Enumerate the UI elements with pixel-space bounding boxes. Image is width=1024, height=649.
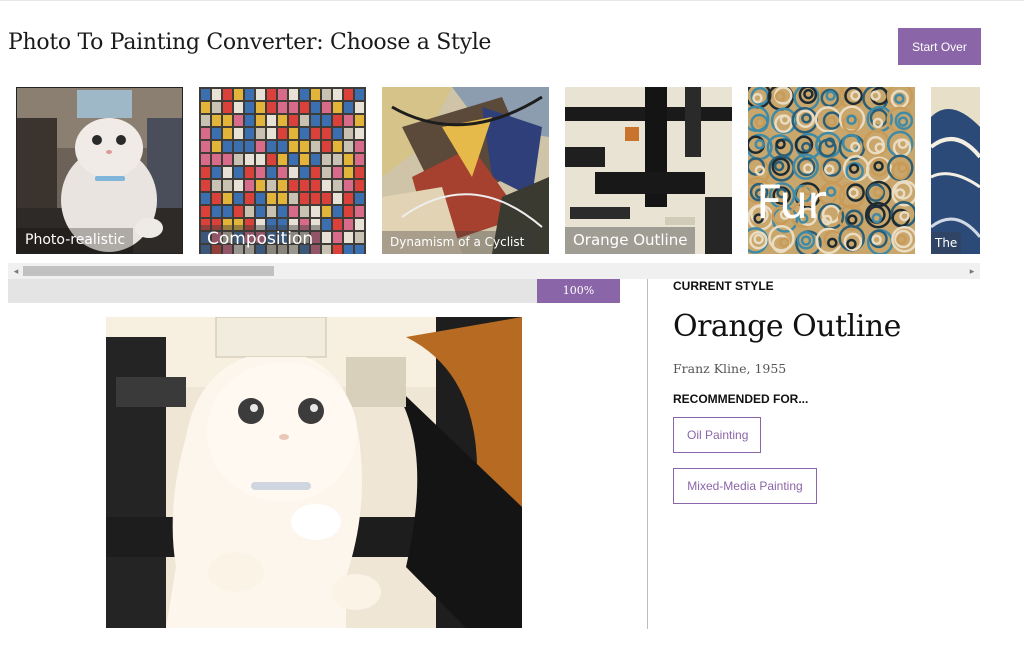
style-label: The — [931, 232, 962, 254]
panel-divider — [647, 279, 648, 629]
wave-image — [931, 87, 980, 254]
start-over-button[interactable]: Start Over — [898, 28, 981, 65]
scroll-right-arrow-icon[interactable]: ▸ — [966, 265, 978, 277]
style-thumb-photo-realistic[interactable]: Photo-realistic — [16, 87, 183, 254]
conversion-progress-bar: 100% — [8, 279, 620, 303]
progress-percent: 100% — [537, 279, 620, 303]
style-carousel: Photo-realistic Composition Dynamism of … — [0, 87, 980, 254]
page-title: Photo To Painting Converter: Choose a St… — [8, 30, 492, 55]
converted-painting-image — [106, 316, 522, 628]
style-label: Photo-realistic — [17, 228, 134, 253]
scrollbar-thumb[interactable] — [23, 266, 274, 276]
dynamism-image — [382, 87, 549, 254]
current-style-heading: CURRENT STYLE — [673, 279, 774, 293]
recommended-for-heading: RECOMMENDED FOR... — [673, 392, 809, 406]
style-label: Dynamism of a Cyclist — [382, 231, 533, 254]
recommended-tag-oil-painting[interactable]: Oil Painting — [673, 417, 761, 453]
style-thumb-composition[interactable]: Composition — [199, 87, 366, 254]
top-border — [0, 0, 1024, 1]
current-style-artist: Franz Kline, 1955 — [673, 361, 787, 376]
style-label: Composition — [199, 225, 322, 254]
style-thumb-dynamism-of-a-cyclist[interactable]: Dynamism of a Cyclist — [382, 87, 549, 254]
style-label: Orange Outline — [565, 227, 696, 254]
style-thumb-orange-outline[interactable]: Orange Outline — [565, 87, 732, 254]
carousel-scrollbar[interactable]: ◂ ▸ — [8, 263, 980, 279]
current-style-name: Orange Outline — [673, 309, 901, 344]
fur-title-overlay: Fur — [756, 175, 826, 229]
style-thumb-fur[interactable]: Fur — [748, 87, 915, 254]
style-thumb-the[interactable]: The — [931, 87, 980, 254]
scroll-left-arrow-icon[interactable]: ◂ — [10, 265, 22, 277]
recommended-tag-mixed-media-painting[interactable]: Mixed-Media Painting — [673, 468, 817, 504]
